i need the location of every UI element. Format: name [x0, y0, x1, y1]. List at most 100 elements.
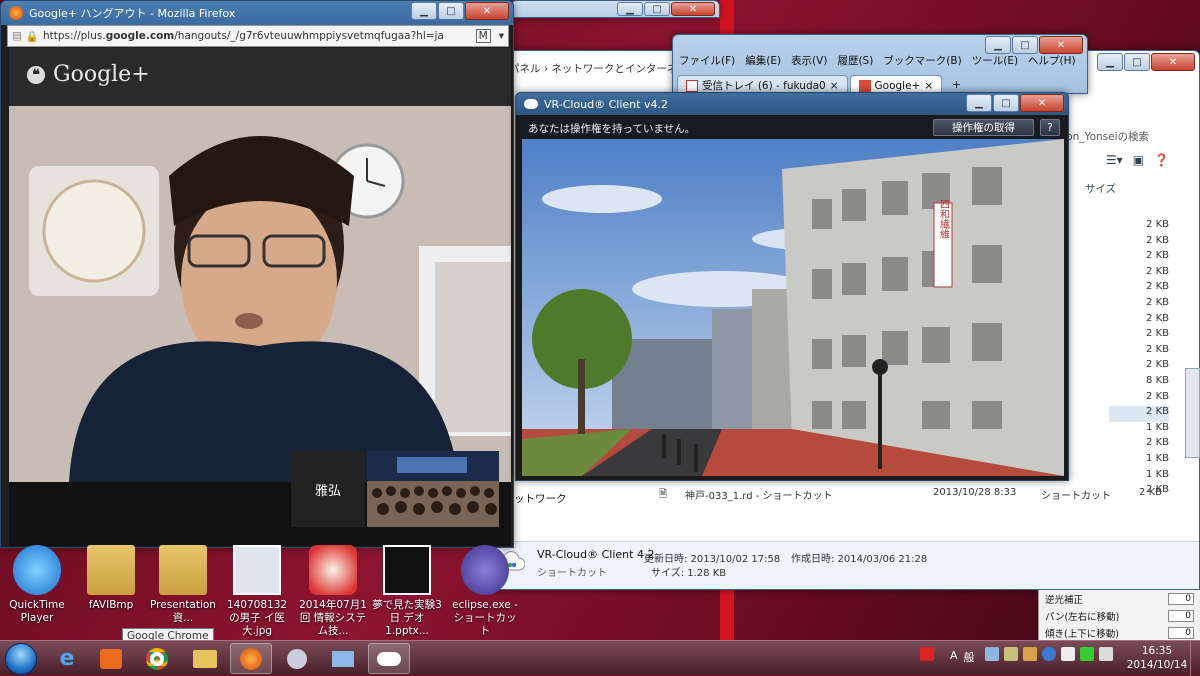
file-size-cell[interactable]: 2 KB: [1109, 235, 1169, 251]
file-size-cell[interactable]: 2 KB: [1109, 219, 1169, 235]
file-size-cell[interactable]: 2 KB: [1109, 359, 1169, 375]
desktop-icon[interactable]: fAVIBmp: [76, 545, 146, 612]
preview-pane-icon[interactable]: ▣: [1133, 153, 1144, 167]
chevron-down-icon[interactable]: ▾: [495, 30, 508, 42]
start-button[interactable]: [5, 643, 37, 675]
maximize-button[interactable]: □: [1124, 53, 1150, 71]
menu-item[interactable]: 表示(V): [791, 53, 827, 68]
explorer-taskbar-button[interactable]: [184, 643, 226, 674]
menu-item[interactable]: ブックマーク(B): [883, 53, 961, 68]
file-size-cell[interactable]: 2 KB: [1109, 406, 1169, 422]
file-size-cell[interactable]: 2 KB: [1109, 297, 1169, 313]
network-status-icon[interactable]: [1061, 647, 1075, 661]
participant-thumbnail-audience[interactable]: [367, 451, 499, 527]
show-desktop-button[interactable]: [1190, 641, 1200, 676]
ime-tool-icon[interactable]: [985, 647, 999, 661]
file-size-cell[interactable]: 8 KB: [1109, 375, 1169, 391]
lock-icon: 🔒: [25, 30, 39, 43]
setting-value-input[interactable]: 0: [1168, 592, 1194, 605]
webcam-icon: [287, 648, 307, 669]
maximize-button[interactable]: □: [644, 2, 670, 16]
minimize-button[interactable]: ▁: [966, 94, 992, 112]
help-icon[interactable]: [1042, 647, 1056, 661]
file-size-cell[interactable]: 1 KB: [1109, 453, 1169, 469]
menu-item[interactable]: 履歴(S): [837, 53, 873, 68]
file-size-cell[interactable]: 2 KB: [1109, 266, 1169, 282]
desktop-icon[interactable]: 140708132の男子 イ医大.jpg: [222, 545, 292, 638]
setting-value-input[interactable]: 0: [1168, 609, 1194, 622]
file-size-cell[interactable]: 2 KB: [1109, 313, 1169, 329]
column-header-size[interactable]: サイズ: [1085, 181, 1116, 196]
reader-icon[interactable]: M: [475, 29, 491, 43]
close-button[interactable]: ✕: [1151, 53, 1195, 71]
breadcrumb[interactable]: パネル › ネットワークとインターネ: [509, 61, 677, 76]
maximize-button[interactable]: □: [438, 2, 464, 20]
brand-text: Google+: [53, 62, 150, 87]
minimize-button[interactable]: ▁: [1097, 53, 1123, 71]
details-name: VR-Cloud® Client 4.2: [537, 548, 655, 561]
help-icon[interactable]: ❓: [1154, 153, 1169, 167]
volume-icon[interactable]: [1099, 647, 1113, 661]
help-button[interactable]: ?: [1040, 119, 1060, 136]
acquire-control-button[interactable]: 操作権の取得: [933, 119, 1034, 136]
menu-item[interactable]: ヘルプ(H): [1028, 53, 1076, 68]
pad-icon[interactable]: [1004, 647, 1018, 661]
side-scroll-strip[interactable]: [1185, 368, 1200, 458]
desktop-icon[interactable]: Presentation資...: [148, 545, 218, 625]
tab-label: 受信トレイ (6) - fukuda0: [702, 80, 826, 92]
file-size-cell[interactable]: 1 KB: [1109, 469, 1169, 485]
clock-time: 16:35: [1141, 645, 1173, 657]
setting-value-input[interactable]: 0: [1168, 626, 1194, 639]
firefox-taskbar-button[interactable]: [230, 643, 272, 674]
ime-indicator[interactable]: A 般: [950, 649, 975, 665]
list-item[interactable]: 🗎 神戸-033_1.rd - ショートカット 2013/10/28 8:33 …: [659, 487, 1179, 504]
file-size-cell[interactable]: 2 KB: [1109, 250, 1169, 266]
close-button[interactable]: ✕: [1020, 94, 1064, 112]
camera-taskbar-button[interactable]: [276, 643, 318, 674]
remote-taskbar-button[interactable]: [322, 643, 364, 674]
3d-viewport[interactable]: 四和繊維: [522, 139, 1064, 476]
file-type: ショートカット: [1041, 491, 1112, 502]
firefox-window: Google+ ハングアウト - Mozilla Firefox ▁ □ ✕ ▤…: [0, 0, 514, 548]
close-icon[interactable]: ×: [830, 80, 839, 92]
file-size-cell[interactable]: 2 KB: [1109, 328, 1169, 344]
close-button[interactable]: ✕: [671, 2, 715, 16]
maximize-button[interactable]: □: [993, 94, 1019, 112]
address-bar[interactable]: ▤ 🔒 https://plus.google.com/hangouts/_/g…: [7, 25, 509, 47]
desktop-icon[interactable]: 夢で見た実験3日 デオ1.pptx...: [372, 545, 442, 638]
menu-item[interactable]: 編集(E): [745, 53, 781, 68]
clock[interactable]: 16:35 2014/10/14: [1122, 644, 1192, 672]
ie-taskbar-button[interactable]: e: [46, 643, 88, 674]
desktop-icon[interactable]: eclipse.exe - ショートカット: [450, 545, 520, 638]
participant-thumbnail[interactable]: 雅弘: [291, 451, 365, 527]
ime-conversion[interactable]: 般: [964, 649, 975, 665]
url-path: /hangouts/_/g7r6vteuuwhmppiysvetmqfugaa?…: [174, 30, 444, 42]
file-size-cell[interactable]: 2 KB: [1109, 281, 1169, 297]
maximize-button[interactable]: □: [1012, 36, 1038, 54]
view-options-icon[interactable]: ☰▾: [1106, 153, 1123, 167]
minimize-button[interactable]: ▁: [411, 2, 437, 20]
desktop-icon[interactable]: 2014年07月1回 情報システム技...: [298, 545, 368, 638]
chrome-taskbar-button[interactable]: [136, 643, 178, 674]
minimize-button[interactable]: ▁: [617, 2, 643, 16]
file-size-cell[interactable]: 1 KB: [1109, 422, 1169, 438]
nav-item-network[interactable]: ットワーク: [514, 491, 567, 506]
gmail-icon: [686, 79, 698, 92]
file-size-cell[interactable]: 2 KB: [1109, 391, 1169, 407]
desktop-icon-label: 140708132の男子 イ医大.jpg: [226, 599, 288, 637]
battery-icon[interactable]: [1080, 647, 1094, 661]
antivirus-icon[interactable]: [920, 647, 934, 661]
dictionary-icon[interactable]: [1023, 647, 1037, 661]
vr-cloud-taskbar-button[interactable]: [368, 643, 410, 674]
menu-item[interactable]: ツール(E): [972, 53, 1018, 68]
minimize-button[interactable]: ▁: [985, 36, 1011, 54]
file-size-cell[interactable]: 2 KB: [1109, 344, 1169, 360]
file-size-cell[interactable]: 2 KB: [1109, 437, 1169, 453]
close-button[interactable]: ✕: [1039, 36, 1083, 54]
ime-mode[interactable]: A: [950, 649, 958, 665]
menu-item[interactable]: ファイル(F): [679, 53, 735, 68]
close-icon[interactable]: ×: [924, 80, 933, 92]
close-button[interactable]: ✕: [465, 2, 509, 20]
media-taskbar-button[interactable]: [90, 643, 132, 674]
desktop-icon[interactable]: QuickTime Player: [2, 545, 72, 625]
